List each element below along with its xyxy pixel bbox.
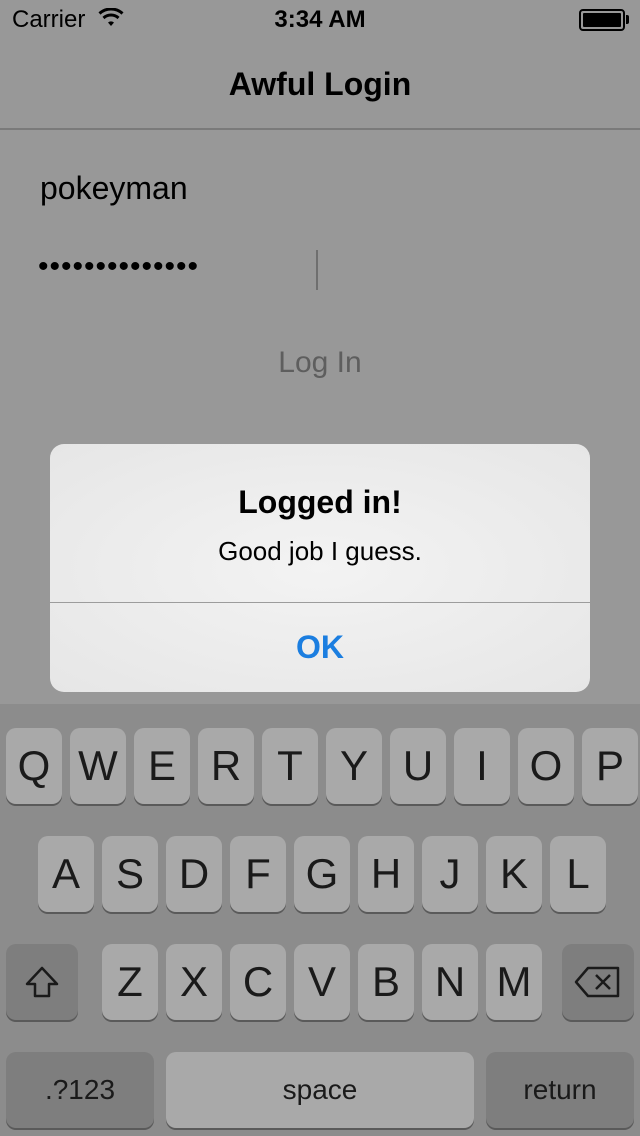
delete-key[interactable] — [562, 944, 634, 1020]
key-m[interactable]: M — [486, 944, 542, 1020]
key-d[interactable]: D — [166, 836, 222, 912]
key-l[interactable]: L — [550, 836, 606, 912]
key-w[interactable]: W — [70, 728, 126, 804]
key-x[interactable]: X — [166, 944, 222, 1020]
battery-tip — [626, 15, 629, 24]
key-f[interactable]: F — [230, 836, 286, 912]
clock: 3:34 AM — [274, 6, 366, 33]
space-key[interactable]: space — [166, 1052, 474, 1128]
shift-key[interactable] — [6, 944, 78, 1020]
key-s[interactable]: S — [102, 836, 158, 912]
username-field[interactable]: pokeyman — [40, 170, 188, 207]
key-h[interactable]: H — [358, 836, 414, 912]
delete-icon — [574, 961, 622, 1008]
shift-icon — [22, 964, 62, 1011]
key-g[interactable]: G — [294, 836, 350, 912]
key-q[interactable]: Q — [6, 728, 62, 804]
key-a[interactable]: A — [38, 836, 94, 912]
numbers-key[interactable]: .?123 — [6, 1052, 154, 1128]
key-b[interactable]: B — [358, 944, 414, 1020]
battery-icon — [579, 9, 625, 31]
navigation-bar: Awful Login — [0, 40, 640, 130]
key-j[interactable]: J — [422, 836, 478, 912]
alert-message: Good job I guess. — [218, 536, 422, 566]
key-i[interactable]: I — [454, 728, 510, 804]
alert-dialog: Logged in! Good job I guess. OK — [50, 444, 590, 692]
alert-title: Logged in! — [238, 484, 402, 520]
key-o[interactable]: O — [518, 728, 574, 804]
login-button[interactable]: Log In — [0, 346, 640, 380]
keyboard: Q W E R T Y U I O P A S D F G H J K L Z … — [0, 704, 640, 1136]
key-v[interactable]: V — [294, 944, 350, 1020]
text-caret — [316, 250, 318, 290]
return-key[interactable]: return — [486, 1052, 634, 1128]
key-c[interactable]: C — [230, 944, 286, 1020]
key-u[interactable]: U — [390, 728, 446, 804]
key-r[interactable]: R — [198, 728, 254, 804]
alert-ok-button[interactable]: OK — [50, 603, 590, 692]
key-n[interactable]: N — [422, 944, 478, 1020]
key-z[interactable]: Z — [102, 944, 158, 1020]
key-t[interactable]: T — [262, 728, 318, 804]
status-bar: Carrier 3:34 AM — [0, 0, 640, 40]
key-p[interactable]: P — [582, 728, 638, 804]
page-title: Awful Login — [228, 66, 412, 102]
key-y[interactable]: Y — [326, 728, 382, 804]
key-e[interactable]: E — [134, 728, 190, 804]
password-field[interactable]: •••••••••••••• — [38, 250, 199, 284]
key-k[interactable]: K — [486, 836, 542, 912]
